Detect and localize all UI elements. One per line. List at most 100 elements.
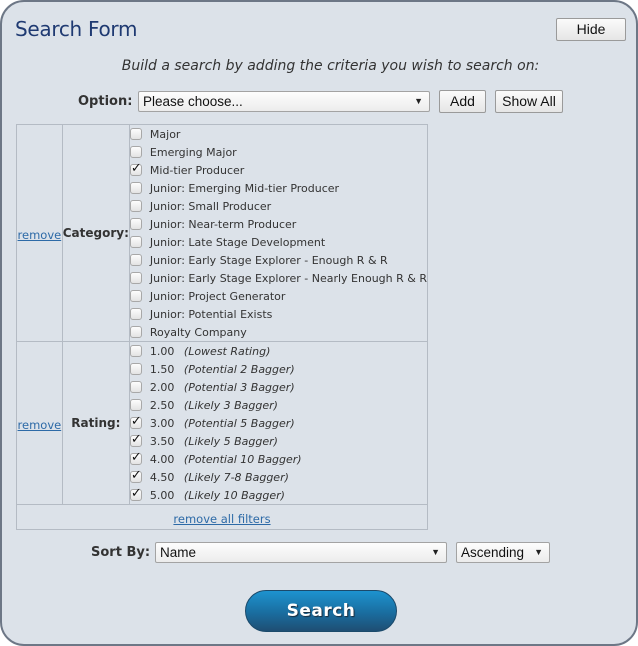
- filter-options: Major Emerging Major Mid-tier Producer Juni…: [128, 124, 429, 342]
- chevron-down-icon: ▼: [431, 547, 440, 557]
- option-label: Royalty Company: [149, 325, 247, 339]
- filter-option: Junior: Emerging Mid-tier Producer: [129, 179, 427, 197]
- checkbox[interactable]: [129, 200, 142, 212]
- filter-option: 1.50 (Potential 2 Bagger): [129, 360, 427, 378]
- filter-row: remove Rating: 1.00 (Lowest Rating) 1.50 (Pot…: [16, 341, 429, 505]
- checkbox[interactable]: [129, 308, 142, 320]
- checkbox[interactable]: [129, 345, 142, 357]
- remove-filter-link[interactable]: remove: [18, 418, 62, 432]
- filter-option: Mid-tier Producer: [129, 161, 427, 179]
- checkbox[interactable]: [129, 399, 142, 411]
- checkbox-checked[interactable]: [129, 450, 142, 465]
- filter-option: Junior: Project Generator: [129, 287, 427, 305]
- chevron-down-icon: ▼: [414, 96, 423, 106]
- add-button[interactable]: Add: [439, 90, 486, 113]
- checkbox[interactable]: [129, 326, 142, 338]
- show-all-button[interactable]: Show All: [495, 90, 563, 113]
- checkbox[interactable]: [129, 218, 142, 230]
- filter-option: Junior: Early Stage Explorer - Nearly En…: [129, 269, 427, 287]
- option-label: Junior: Potential Exists: [149, 307, 273, 321]
- search-button[interactable]: Search: [245, 590, 397, 632]
- rating-value: 1.50: [149, 362, 175, 376]
- option-label: Emerging Major: [149, 145, 237, 159]
- option-select-value: Please choose...: [143, 94, 243, 109]
- hide-button[interactable]: Hide: [556, 18, 626, 41]
- sort-order-value: Ascending: [461, 545, 525, 560]
- option-label: Option:: [78, 94, 133, 109]
- rating-description: (Likely 3 Bagger): [183, 398, 278, 412]
- checkbox[interactable]: [129, 272, 142, 284]
- checkbox-checked[interactable]: [129, 432, 142, 447]
- sort-order-select[interactable]: Ascending ▼: [456, 542, 550, 563]
- rating-value: 2.50: [149, 398, 175, 412]
- filter-option: Major: [129, 125, 427, 143]
- checkbox-checked[interactable]: [129, 468, 142, 483]
- option-label: Junior: Late Stage Development: [149, 235, 326, 249]
- checkbox[interactable]: [129, 146, 142, 158]
- filter-remove-cell: remove: [16, 341, 63, 505]
- filter-label: Category:: [61, 124, 130, 342]
- option-label: Junior: Near-term Producer: [149, 217, 297, 231]
- option-label: Major: [149, 127, 181, 141]
- filters-footer-row: remove all filters: [16, 504, 428, 530]
- filter-option: Royalty Company: [129, 323, 427, 341]
- filter-option: 1.00 (Lowest Rating): [129, 342, 427, 360]
- rating-description: (Likely 7-8 Bagger): [183, 470, 289, 484]
- option-label: Junior: Early Stage Explorer - Enough R …: [149, 253, 388, 267]
- remove-filter-link[interactable]: remove: [18, 228, 62, 242]
- checkbox[interactable]: [129, 381, 142, 393]
- rating-description: (Lowest Rating): [183, 344, 271, 358]
- option-select[interactable]: Please choose... ▼: [138, 91, 430, 112]
- checkbox-checked[interactable]: [129, 161, 142, 176]
- filter-option: Junior: Near-term Producer: [129, 215, 427, 233]
- filter-options: 1.00 (Lowest Rating) 1.50 (Potential 2 Bagg…: [128, 341, 429, 505]
- rating-description: (Likely 10 Bagger): [183, 488, 285, 502]
- chevron-down-icon: ▼: [534, 547, 543, 557]
- rating-description: (Potential 3 Bagger): [183, 380, 295, 394]
- rating-value: 5.00: [149, 488, 175, 502]
- filter-label: Rating:: [61, 341, 130, 505]
- checkbox[interactable]: [129, 363, 142, 375]
- checkbox[interactable]: [129, 290, 142, 302]
- filter-option: 3.00 (Potential 5 Bagger): [129, 414, 427, 432]
- rating-description: (Potential 5 Bagger): [183, 416, 295, 430]
- remove-all-filters-link[interactable]: remove all filters: [173, 512, 270, 526]
- rating-value: 2.00: [149, 380, 175, 394]
- checkbox-checked[interactable]: [129, 414, 142, 429]
- checkbox[interactable]: [129, 128, 142, 140]
- filter-option: 3.50 (Likely 5 Bagger): [129, 432, 427, 450]
- search-form-panel: Search Form Hide Build a search by addin…: [0, 0, 638, 646]
- filter-option: 4.50 (Likely 7-8 Bagger): [129, 468, 427, 486]
- instructions-text: Build a search by adding the criteria yo…: [121, 58, 540, 74]
- checkbox[interactable]: [129, 236, 142, 248]
- rating-value: 4.00: [149, 452, 175, 466]
- sort-field-select[interactable]: Name ▼: [155, 542, 447, 563]
- filter-option: 2.50 (Likely 3 Bagger): [129, 396, 427, 414]
- rating-description: (Likely 5 Bagger): [183, 434, 278, 448]
- option-label: Junior: Early Stage Explorer - Nearly En…: [149, 271, 427, 285]
- rating-value: 4.50: [149, 470, 175, 484]
- filter-option: 4.00 (Potential 10 Bagger): [129, 450, 427, 468]
- sort-by-label: Sort By:: [91, 545, 151, 560]
- option-label: Junior: Emerging Mid-tier Producer: [149, 181, 340, 195]
- filters-table: removeCategory:MajorEmerging MajorMid-ti…: [16, 124, 429, 530]
- filter-option: Junior: Early Stage Explorer - Enough R …: [129, 251, 427, 269]
- page-title: Search Form: [15, 17, 138, 41]
- filter-option: Junior: Small Producer: [129, 197, 427, 215]
- filters-footer: remove all filters: [16, 504, 428, 530]
- option-label: Junior: Small Producer: [149, 199, 272, 213]
- checkbox[interactable]: [129, 254, 142, 266]
- option-label: Mid-tier Producer: [149, 163, 245, 177]
- filter-remove-cell: remove: [16, 124, 63, 342]
- rating-value: 1.00: [149, 344, 175, 358]
- option-label: Junior: Project Generator: [149, 289, 286, 303]
- filter-row: removeCategory: Major Emerging Major Mid-ti…: [16, 124, 429, 342]
- rating-value: 3.50: [149, 434, 175, 448]
- checkbox[interactable]: [129, 182, 142, 194]
- filter-option: Junior: Potential Exists: [129, 305, 427, 323]
- filter-option: 2.00 (Potential 3 Bagger): [129, 378, 427, 396]
- filter-option: 5.00 (Likely 10 Bagger): [129, 486, 427, 504]
- rating-description: (Potential 10 Bagger): [183, 452, 302, 466]
- rating-value: 3.00: [149, 416, 175, 430]
- checkbox-checked[interactable]: [129, 486, 142, 501]
